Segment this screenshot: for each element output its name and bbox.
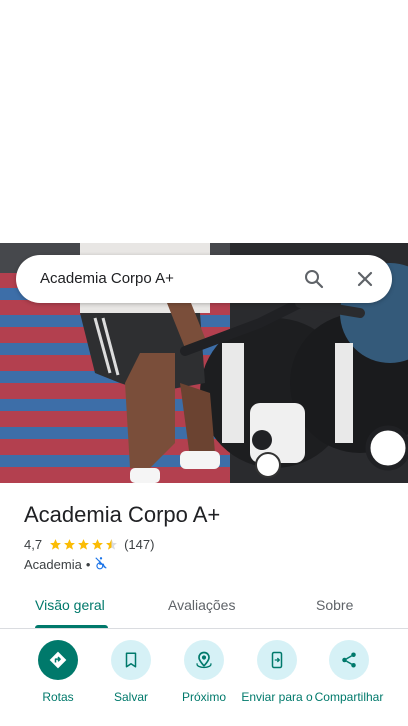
nearby-button[interactable]: Próximo (166, 640, 242, 704)
place-tabs: Visão geral Avaliações Sobre (0, 588, 408, 629)
send-to-phone-icon[interactable] (257, 640, 297, 680)
send-to-phone-label: Enviar para o (241, 690, 313, 704)
tab-about[interactable]: Sobre (316, 596, 353, 614)
active-tab-indicator (35, 625, 108, 628)
action-buttons: Rotas Salvar Próximo Enviar para o Compa… (0, 640, 408, 726)
close-icon[interactable] (353, 267, 377, 291)
nearby-label: Próximo (181, 690, 226, 704)
star-half-icon (106, 538, 117, 550)
directions-label: Rotas (42, 690, 74, 704)
search-input[interactable]: Academia Corpo A+ (40, 269, 174, 289)
category-row: Academia • (24, 555, 108, 573)
place-title: Academia Corpo A+ (24, 502, 221, 527)
share-label: Compartilhar (314, 690, 384, 704)
bookmark-icon[interactable] (111, 640, 151, 680)
star-icon (78, 538, 89, 550)
place-category: Academia (24, 556, 82, 572)
search-bar[interactable]: Academia Corpo A+ (16, 255, 392, 303)
star-rating (49, 538, 119, 551)
separator: • (85, 556, 91, 572)
send-to-phone-button[interactable]: Enviar para o (239, 640, 315, 704)
directions-icon[interactable] (38, 640, 78, 680)
save-button[interactable]: Salvar (93, 640, 169, 704)
reviews-count[interactable]: (147) (124, 537, 154, 552)
rating-row[interactable]: 4,7 (147) (24, 535, 154, 553)
save-label: Salvar (113, 690, 148, 704)
star-icon (64, 538, 75, 550)
search-icon[interactable] (302, 267, 326, 291)
rating-value: 4,7 (24, 536, 43, 552)
share-icon[interactable] (329, 640, 369, 680)
nearby-icon[interactable] (184, 640, 224, 680)
tab-overview[interactable]: Visão geral (35, 596, 105, 614)
star-icon (92, 538, 103, 550)
directions-button[interactable]: Rotas (20, 640, 96, 704)
no-wheelchair-icon (94, 556, 108, 573)
tab-reviews[interactable]: Avaliações (168, 596, 235, 614)
map-area-blank (0, 0, 408, 243)
star-icon (50, 538, 61, 550)
share-button[interactable]: Compartilhar (311, 640, 387, 704)
